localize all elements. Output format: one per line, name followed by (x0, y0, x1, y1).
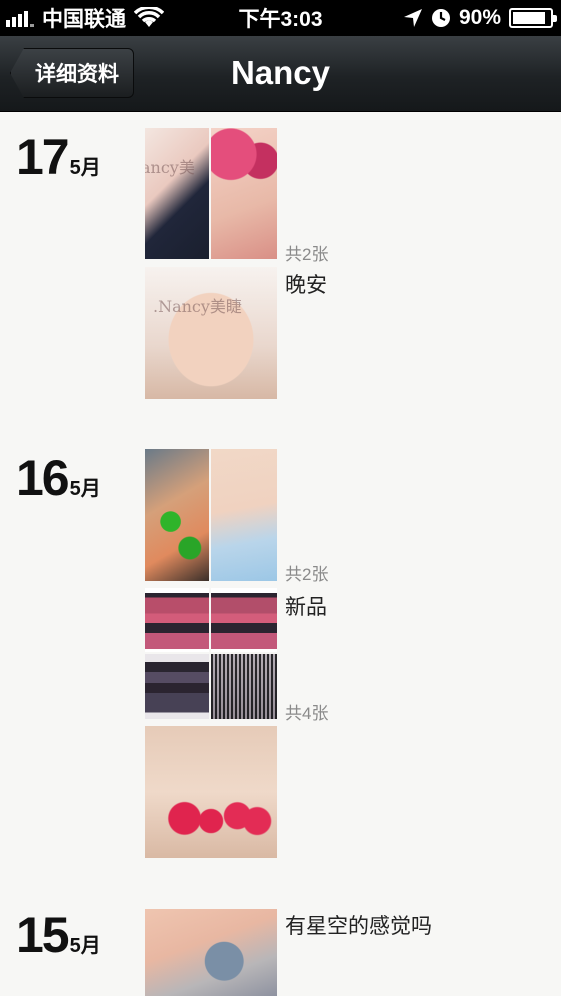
photo-thumbnail[interactable]: .Nancy美睫 (145, 267, 277, 399)
date-day: 15 (16, 907, 70, 963)
post-date: 16 5月 (16, 449, 101, 507)
back-button[interactable]: 详细资料 (10, 48, 134, 98)
status-bar: 中国联通 下午3:03 90% (0, 0, 561, 36)
date-month: 5月 (69, 935, 101, 957)
clock-icon (431, 9, 450, 27)
back-button-label: 详细资料 (35, 63, 119, 86)
date-day: 17 (16, 129, 70, 185)
photo-thumbnail[interactable] (145, 449, 209, 581)
navigation-bar: 详细资料 Nancy (0, 36, 561, 112)
post-caption[interactable]: 新品 (285, 591, 327, 621)
photo-thumbnail[interactable] (145, 909, 277, 996)
photo-watermark: ancy美 (145, 158, 195, 177)
battery-percent: 90% (458, 6, 501, 29)
date-day: 16 (16, 450, 70, 506)
photo-thumbnail[interactable] (145, 654, 209, 719)
post-caption[interactable]: 有星空的感觉吗 (285, 910, 432, 940)
signal-icon (6, 9, 34, 27)
post-caption[interactable]: 晚安 (285, 269, 327, 299)
post-date: 17 5月 (16, 128, 101, 186)
photo-thumbnail[interactable] (211, 128, 277, 259)
photo-watermark: .Nancy美睫 (153, 297, 242, 316)
photo-count: 共4张 (285, 704, 329, 723)
photo-thumbnail[interactable]: ancy美 (145, 128, 209, 259)
status-left: 中国联通 (6, 3, 164, 33)
photo-thumbnail[interactable] (145, 726, 277, 858)
photo-thumbnail[interactable] (145, 588, 209, 652)
photo-count: 共2张 (285, 565, 329, 584)
wifi-icon (134, 7, 164, 27)
date-month: 5月 (69, 157, 101, 179)
photo-thumbnail[interactable] (211, 588, 277, 652)
photo-thumbnail[interactable] (211, 654, 277, 719)
location-icon (403, 9, 422, 27)
photo-count: 共2张 (285, 245, 329, 264)
photo-thumbnail[interactable] (211, 449, 277, 581)
battery-icon (509, 8, 557, 28)
carrier-label: 中国联通 (42, 8, 126, 31)
post-date: 15 5月 (16, 906, 101, 964)
status-right: 90% (403, 6, 557, 30)
date-month: 5月 (69, 478, 101, 500)
